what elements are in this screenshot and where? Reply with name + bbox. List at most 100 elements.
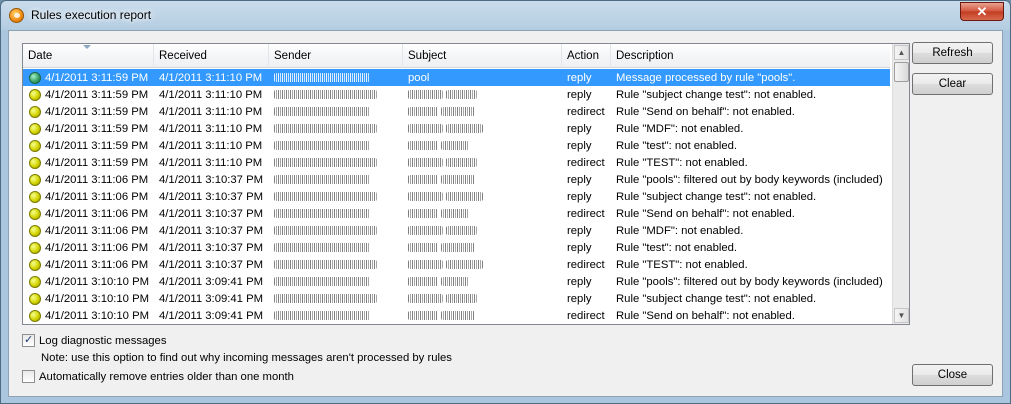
subject-cell — [403, 276, 562, 288]
table-row[interactable]: 4/1/2011 3:11:06 PM 4/1/2011 3:10:37 PM r… — [23, 171, 890, 188]
redacted-subject — [408, 192, 443, 202]
vertical-scrollbar[interactable]: ▲ ▼ — [892, 44, 909, 324]
redacted-subject — [408, 260, 443, 270]
status-yellow-icon — [29, 309, 41, 322]
redacted-subject — [408, 124, 443, 134]
table-row[interactable]: 4/1/2011 3:11:06 PM 4/1/2011 3:10:37 PM r… — [23, 256, 890, 273]
window-close-button[interactable]: ✕ — [960, 2, 1004, 21]
table-row[interactable]: 4/1/2011 3:10:10 PM 4/1/2011 3:09:41 PM r… — [23, 290, 890, 307]
description-cell: Message processed by rule "pools". — [616, 71, 796, 84]
table-row[interactable]: 4/1/2011 3:10:10 PM 4/1/2011 3:09:41 PM r… — [23, 273, 890, 290]
table-row[interactable]: 4/1/2011 3:11:59 PM 4/1/2011 3:11:10 PM r… — [23, 137, 890, 154]
close-button[interactable]: Close — [912, 364, 993, 386]
auto-remove-option[interactable]: Automatically remove entries older than … — [22, 370, 294, 383]
redacted-subject — [408, 141, 438, 151]
report-list[interactable]: Date Received Sender Subject Action Desc… — [22, 43, 910, 325]
description-cell: Rule "TEST": not enabled. — [616, 258, 748, 271]
date-cell: 4/1/2011 3:11:06 PM — [23, 258, 154, 271]
date-cell: 4/1/2011 3:11:59 PM — [23, 105, 154, 118]
column-header-action[interactable]: Action — [562, 44, 611, 68]
refresh-button[interactable]: Refresh — [912, 42, 993, 64]
redacted-subject — [408, 158, 443, 168]
sender-cell — [269, 72, 403, 84]
subject-cell — [403, 225, 562, 237]
sender-cell — [269, 123, 403, 135]
table-row[interactable]: 4/1/2011 3:11:59 PM 4/1/2011 3:11:10 PM po… — [23, 69, 890, 86]
subject-cell — [403, 259, 562, 271]
received-cell: 4/1/2011 3:11:10 PM — [159, 139, 263, 152]
received-cell: 4/1/2011 3:11:10 PM — [159, 71, 263, 84]
dialog-body: Date Received Sender Subject Action Desc… — [8, 30, 1003, 397]
description-cell: Rule "MDF": not enabled. — [616, 122, 744, 135]
scroll-up-arrow-icon[interactable]: ▲ — [894, 45, 909, 60]
auto-remove-checkbox[interactable] — [22, 370, 35, 383]
redacted-subject — [441, 175, 476, 185]
clear-button[interactable]: Clear — [912, 73, 993, 95]
action-cell: redirect — [567, 207, 605, 220]
sender-cell — [269, 157, 403, 169]
column-header-received[interactable]: Received — [154, 44, 269, 68]
received-cell: 4/1/2011 3:10:37 PM — [159, 207, 264, 220]
auto-remove-label: Automatically remove entries older than … — [39, 370, 294, 383]
log-diagnostic-option[interactable]: Log diagnostic messages — [22, 333, 166, 347]
table-row[interactable]: 4/1/2011 3:10:10 PM 4/1/2011 3:09:41 PM r… — [23, 307, 890, 324]
date-cell: 4/1/2011 3:11:06 PM — [23, 241, 154, 254]
status-yellow-icon — [29, 207, 41, 220]
description-cell: Rule "MDF": not enabled. — [616, 224, 744, 237]
status-yellow-icon — [29, 139, 41, 152]
log-diagnostic-checkbox[interactable] — [22, 333, 35, 347]
sender-cell — [269, 208, 403, 220]
subject-cell — [403, 208, 562, 220]
column-header-description[interactable]: Description — [611, 44, 890, 68]
received-cell: 4/1/2011 3:11:10 PM — [159, 88, 263, 101]
received-cell: 4/1/2011 3:10:37 PM — [159, 224, 264, 237]
redacted-subject — [441, 243, 476, 253]
table-row[interactable]: 4/1/2011 3:11:06 PM 4/1/2011 3:10:37 PM r… — [23, 188, 890, 205]
redacted-sender — [274, 175, 370, 185]
list-rows: 4/1/2011 3:11:59 PM 4/1/2011 3:11:10 PM po… — [23, 69, 890, 324]
sender-cell — [269, 259, 403, 271]
table-row[interactable]: 4/1/2011 3:11:06 PM 4/1/2011 3:10:37 PM r… — [23, 239, 890, 256]
sort-descending-icon — [83, 45, 91, 49]
action-cell: redirect — [567, 309, 605, 322]
scroll-thumb[interactable] — [894, 62, 909, 82]
column-header-date[interactable]: Date — [23, 44, 154, 68]
table-row[interactable]: 4/1/2011 3:11:06 PM 4/1/2011 3:10:37 PM r… — [23, 205, 890, 222]
table-row[interactable]: 4/1/2011 3:11:59 PM 4/1/2011 3:11:10 PM r… — [23, 86, 890, 103]
redacted-subject — [408, 209, 438, 219]
column-header-subject[interactable]: Subject — [403, 44, 562, 68]
date-cell: 4/1/2011 3:11:59 PM — [23, 71, 154, 84]
date-cell: 4/1/2011 3:10:10 PM — [23, 309, 154, 322]
action-cell: reply — [567, 139, 592, 152]
subject-cell: pool — [408, 71, 430, 84]
redacted-subject — [408, 243, 438, 253]
redacted-sender — [274, 124, 377, 134]
received-cell: 4/1/2011 3:10:37 PM — [159, 190, 264, 203]
action-cell: reply — [567, 190, 592, 203]
redacted-subject — [446, 124, 484, 134]
status-yellow-icon — [29, 88, 41, 101]
table-row[interactable]: 4/1/2011 3:11:59 PM 4/1/2011 3:11:10 PM r… — [23, 154, 890, 171]
table-row[interactable]: 4/1/2011 3:11:59 PM 4/1/2011 3:11:10 PM r… — [23, 103, 890, 120]
action-cell: reply — [567, 122, 592, 135]
date-cell: 4/1/2011 3:11:59 PM — [23, 156, 154, 169]
table-row[interactable]: 4/1/2011 3:11:59 PM 4/1/2011 3:11:10 PM r… — [23, 120, 890, 137]
status-yellow-icon — [29, 258, 41, 271]
redacted-sender — [274, 192, 377, 202]
status-yellow-icon — [29, 190, 41, 203]
action-cell: reply — [567, 173, 592, 186]
column-header-sender[interactable]: Sender — [269, 44, 403, 68]
scroll-down-arrow-icon[interactable]: ▼ — [894, 308, 909, 323]
redacted-subject — [408, 90, 443, 100]
title-bar[interactable]: Rules execution report ✕ — [1, 1, 1010, 31]
action-cell: reply — [567, 292, 592, 305]
status-yellow-icon — [29, 122, 41, 135]
rules-execution-report-window: Rules execution report ✕ Date Received S… — [0, 0, 1011, 404]
redacted-subject — [441, 277, 470, 287]
received-cell: 4/1/2011 3:10:37 PM — [159, 258, 264, 271]
redacted-subject — [441, 209, 470, 219]
received-cell: 4/1/2011 3:09:41 PM — [159, 292, 264, 305]
redacted-subject — [446, 192, 484, 202]
sender-cell — [269, 89, 403, 101]
table-row[interactable]: 4/1/2011 3:11:06 PM 4/1/2011 3:10:37 PM r… — [23, 222, 890, 239]
